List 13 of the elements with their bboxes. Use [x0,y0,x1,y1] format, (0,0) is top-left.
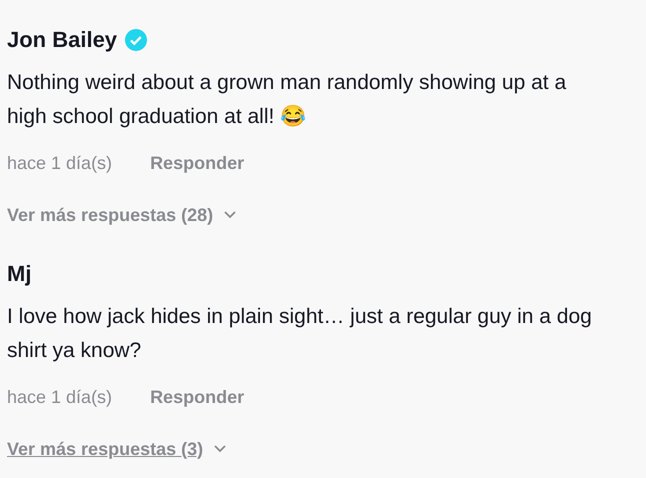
view-replies-link[interactable]: Ver más respuestas (28) [7,204,214,226]
view-replies-link[interactable]: Ver más respuestas (3) [7,438,204,460]
comment-text: Nothing weird about a grown man randomly showing up at a high school graduation at all! 😂 [7,70,568,130]
comment-time: hace 1 día(s) [7,386,112,408]
comment-text: I love how jack hides in plain sight… just a regular guy in a dog shirt ya know? [7,304,593,364]
caret-icon [213,444,228,454]
comment-time: hace 1 día(s) [7,152,112,174]
verified-badge-icon [125,29,148,51]
author-name[interactable]: Mj [7,261,32,287]
reply-link[interactable]: Responder [150,152,244,174]
reply-link[interactable]: Responder [150,386,244,408]
author-name[interactable]: Jon Bailey [7,27,118,53]
caret-icon [223,210,238,220]
